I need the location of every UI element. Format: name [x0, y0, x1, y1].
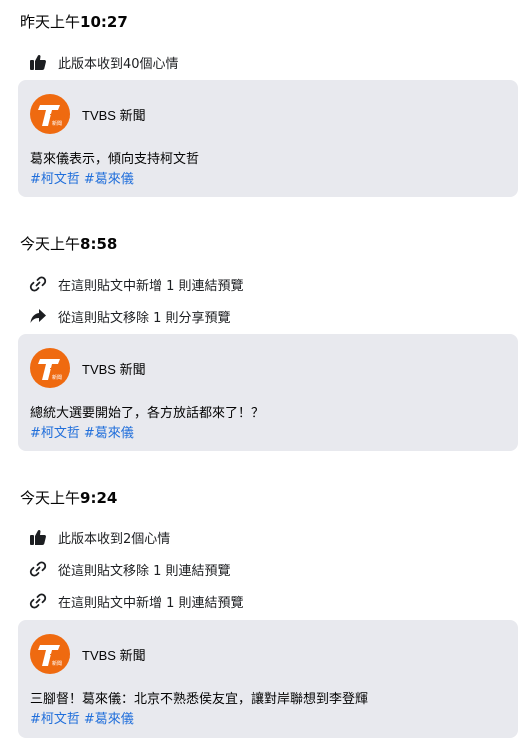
timestamp-time: 8:58 [80, 235, 118, 253]
link-icon [28, 559, 48, 579]
hashtag-link[interactable]: #柯文哲 [30, 172, 80, 187]
post-text: 三腳督！葛來儀：北京不熟悉侯友宜，讓對岸聯想到李登輝 [30, 692, 369, 707]
timestamp-day: 昨天上午 [20, 13, 81, 31]
hashtag-link[interactable]: #柯文哲 [30, 712, 80, 727]
version-timestamp: 今天上午8:58 [20, 234, 117, 254]
thumbs-up-icon [28, 527, 48, 547]
edit-history-page: 昨天上午10:27 此版本收到40個心情 TVBS 新聞 TVBS 新聞 葛來儀… [0, 0, 530, 751]
timestamp-day: 今天上午 [20, 489, 81, 507]
change-text: 在這則貼文中新增 1 則連結預覽 [58, 595, 244, 611]
timestamp-time: 10:27 [80, 13, 128, 31]
change-text: 此版本收到40個心情 [58, 56, 179, 72]
post-preview-card[interactable]: TVBS 新聞 TVBS 新聞 三腳督！葛來儀：北京不熟悉侯友宜，讓對岸聯想到李… [18, 620, 518, 738]
share-arrow-icon [28, 306, 48, 326]
link-icon [28, 591, 48, 611]
change-row-reactions: 此版本收到2個心情 [28, 526, 170, 548]
hashtag-link[interactable]: #柯文哲 [30, 426, 80, 441]
timestamp-day: 今天上午 [20, 235, 81, 253]
hashtag-link[interactable]: #葛來儀 [84, 712, 134, 727]
version-timestamp: 今天上午9:24 [20, 488, 117, 508]
post-preview-card[interactable]: TVBS 新聞 TVBS 新聞 總統大選要開始了，各方放話都來了！？ #柯文哲 #… [18, 334, 518, 451]
timestamp-time: 9:24 [80, 489, 118, 507]
change-row-link: 在這則貼文中新增 1 則連結預覽 [28, 273, 244, 295]
change-row-link: 從這則貼文移除 1 則連結預覽 [28, 558, 231, 580]
page-name-link[interactable]: TVBS 新聞 [82, 645, 146, 664]
version-timestamp: 昨天上午10:27 [20, 12, 128, 32]
link-icon [28, 274, 48, 294]
change-row-share: 從這則貼文移除 1 則分享預覽 [28, 305, 231, 327]
hashtag-link[interactable]: #葛來儀 [84, 172, 134, 187]
svg-text:TVBS: TVBS [50, 113, 70, 121]
change-text: 從這則貼文移除 1 則分享預覽 [58, 310, 231, 326]
svg-text:新聞: 新聞 [52, 120, 62, 127]
post-preview-card[interactable]: TVBS 新聞 TVBS 新聞 葛來儀表示，傾向支持柯文哲 #柯文哲 #葛來儀 [18, 80, 518, 197]
svg-text:新聞: 新聞 [52, 374, 62, 381]
change-row-link: 在這則貼文中新增 1 則連結預覽 [28, 590, 244, 612]
page-name-link[interactable]: TVBS 新聞 [82, 359, 146, 378]
tvbs-logo[interactable]: TVBS 新聞 [30, 94, 70, 134]
post-text: 總統大選要開始了，各方放話都來了！？ [30, 406, 265, 421]
svg-text:TVBS: TVBS [50, 653, 70, 661]
change-text: 從這則貼文移除 1 則連結預覽 [58, 563, 231, 579]
change-text: 此版本收到2個心情 [58, 531, 171, 547]
thumbs-up-icon [28, 52, 48, 72]
hashtag-link[interactable]: #葛來儀 [84, 426, 134, 441]
tvbs-logo[interactable]: TVBS 新聞 [30, 634, 70, 674]
page-name-link[interactable]: TVBS 新聞 [82, 105, 146, 124]
svg-text:新聞: 新聞 [52, 660, 62, 667]
tvbs-logo[interactable]: TVBS 新聞 [30, 348, 70, 388]
change-row-reactions: 此版本收到40個心情 [28, 51, 179, 73]
change-text: 在這則貼文中新增 1 則連結預覽 [58, 278, 244, 294]
svg-text:TVBS: TVBS [50, 367, 70, 375]
post-text: 葛來儀表示，傾向支持柯文哲 [30, 152, 200, 167]
